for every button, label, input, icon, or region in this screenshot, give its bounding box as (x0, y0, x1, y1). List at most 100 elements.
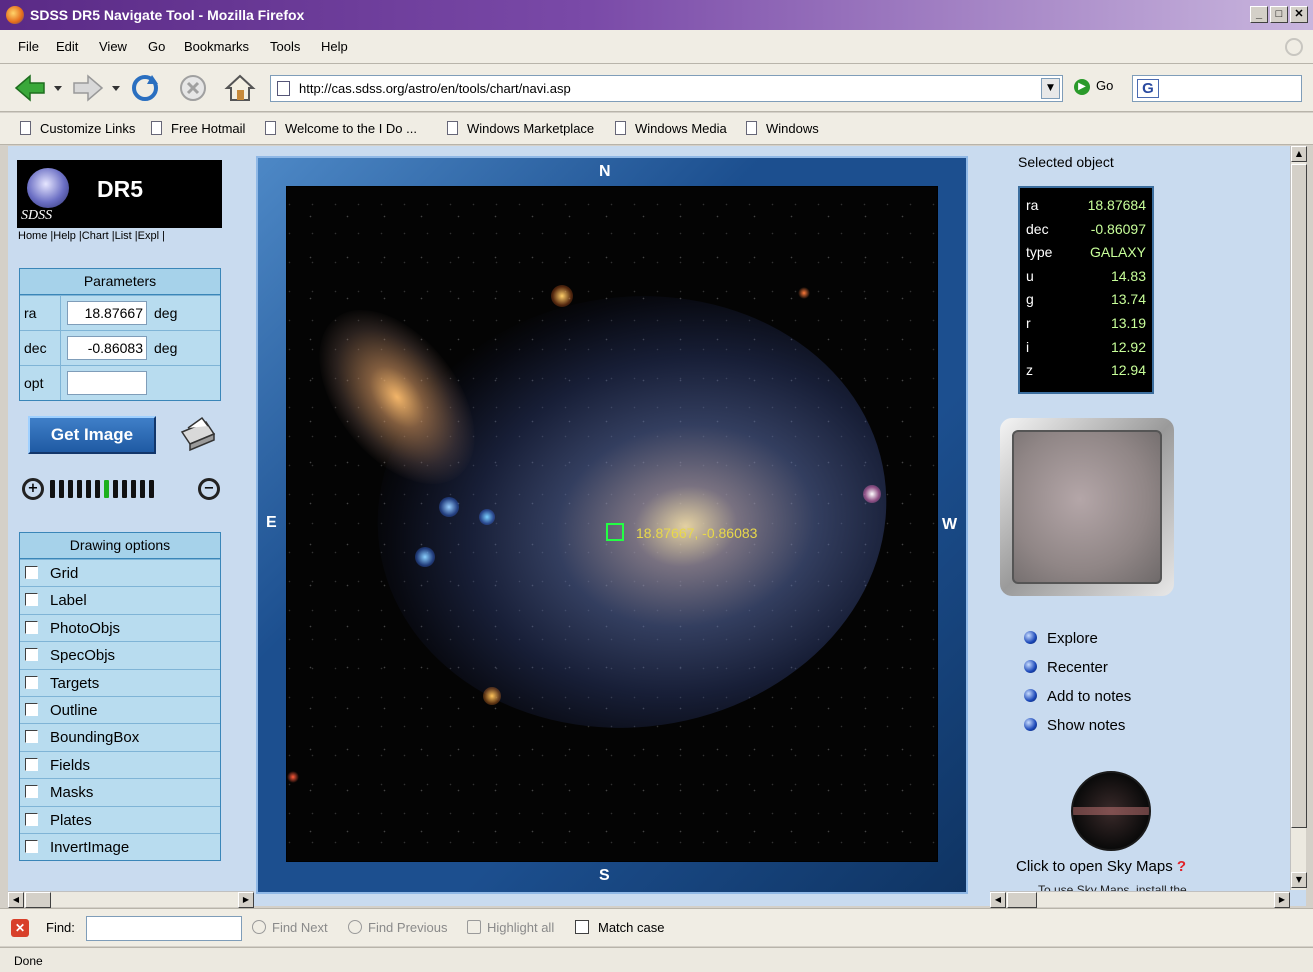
menu-file[interactable]: File (18, 39, 39, 54)
ra-input[interactable] (67, 301, 147, 325)
drawing-option-checkbox[interactable] (25, 757, 38, 771)
zoom-step[interactable] (50, 480, 55, 498)
close-window-button[interactable]: ✕ (1290, 6, 1308, 23)
match-case-checkbox[interactable] (575, 920, 589, 934)
drawing-option-checkbox[interactable] (25, 566, 38, 579)
drawing-option-checkbox[interactable] (25, 675, 38, 689)
pan-north-button[interactable]: N (599, 163, 611, 181)
back-button[interactable] (12, 72, 64, 104)
drawing-option-row[interactable]: BoundingBox (20, 723, 220, 750)
scroll-left-button[interactable]: ◀ (990, 892, 1006, 908)
bookmark-windows-marketplace[interactable]: Windows Marketplace (447, 121, 594, 136)
get-image-button[interactable]: Get Image (28, 416, 156, 454)
right-horizontal-scrollbar[interactable]: ◀ ▶ (990, 891, 1290, 908)
dec-input[interactable] (67, 336, 147, 360)
drawing-option-row[interactable]: Outline (20, 695, 220, 723)
drawing-option-row[interactable]: Fields (20, 750, 220, 778)
zoom-step[interactable] (95, 480, 100, 498)
help-icon[interactable]: ? (1177, 858, 1186, 875)
zoom-step[interactable] (77, 480, 82, 498)
pan-west-button[interactable]: W (942, 516, 957, 534)
drawing-option-row[interactable]: SpecObjs (20, 641, 220, 668)
zoom-step[interactable] (113, 480, 118, 498)
find-next-button[interactable]: Find Next (252, 920, 328, 935)
drawing-option-row[interactable]: Targets (20, 668, 220, 696)
highlight-all-button[interactable]: Highlight all (467, 920, 554, 935)
close-find-bar-icon[interactable]: ✕ (11, 919, 29, 937)
recenter-link[interactable]: Recenter (1024, 659, 1108, 676)
bookmark-windows-media[interactable]: Windows Media (615, 121, 727, 136)
bookmark-customize-links[interactable]: Customize Links (20, 121, 135, 136)
zoom-step[interactable] (122, 480, 127, 498)
pan-south-button[interactable]: S (599, 867, 610, 885)
menu-tools[interactable]: Tools (270, 39, 300, 54)
scroll-right-button[interactable]: ▶ (238, 892, 254, 908)
sky-image[interactable]: 18.87667, -0.86083 (286, 186, 938, 862)
bookmark-windows[interactable]: Windows (746, 121, 819, 136)
minimize-button[interactable]: _ (1250, 6, 1268, 23)
scroll-up-button[interactable]: ▲ (1291, 146, 1307, 162)
go-button[interactable]: ▶ Go (1074, 78, 1113, 100)
top-links[interactable]: Home |Help |Chart |List |Expl | (18, 230, 165, 242)
zoom-step[interactable] (149, 480, 154, 498)
horizontal-scroll-thumb[interactable] (25, 892, 51, 908)
horizontal-scroll-thumb[interactable] (1007, 892, 1037, 908)
zoom-step[interactable] (86, 480, 91, 498)
url-dropdown-button[interactable]: ▼ (1041, 78, 1060, 99)
search-box[interactable]: G (1132, 75, 1302, 102)
menu-go[interactable]: Go (148, 39, 165, 54)
maximize-button[interactable]: □ (1270, 6, 1288, 23)
sky-maps-globe[interactable] (1071, 771, 1151, 851)
zoom-step[interactable] (140, 480, 145, 498)
drawing-option-row[interactable]: InvertImage (20, 832, 220, 860)
show-notes-link[interactable]: Show notes (1024, 717, 1125, 734)
drawing-option-checkbox[interactable] (25, 839, 38, 853)
reload-icon[interactable] (128, 72, 164, 104)
zoom-out-icon[interactable]: − (198, 478, 220, 500)
pan-east-button[interactable]: E (266, 514, 277, 532)
stop-icon[interactable] (176, 72, 212, 104)
opt-input[interactable] (67, 371, 147, 395)
menu-edit[interactable]: Edit (56, 39, 78, 54)
menu-bookmarks[interactable]: Bookmarks (184, 39, 249, 54)
find-previous-button[interactable]: Find Previous (348, 920, 447, 935)
home-icon[interactable] (222, 72, 260, 104)
bookmark-welcome[interactable]: Welcome to the I Do ... (265, 121, 417, 136)
drawing-option-checkbox[interactable] (25, 620, 38, 634)
drawing-option-row[interactable]: Label (20, 586, 220, 613)
scroll-down-button[interactable]: ▼ (1291, 872, 1307, 888)
drawing-option-row[interactable]: PhotoObjs (20, 613, 220, 641)
zoom-step[interactable] (131, 480, 136, 498)
drawing-option-checkbox[interactable] (25, 785, 38, 799)
sdss-logo[interactable]: DR5 SDSS (17, 160, 222, 228)
drawing-option-checkbox[interactable] (25, 730, 38, 744)
left-horizontal-scrollbar[interactable]: ◀ ▶ (8, 891, 254, 908)
zoom-step[interactable] (59, 480, 64, 498)
find-input[interactable] (86, 916, 242, 941)
drawing-option-checkbox[interactable] (25, 593, 38, 607)
zoom-in-icon[interactable]: + (22, 478, 44, 500)
drawing-option-row[interactable]: Grid (20, 559, 220, 586)
scroll-right-button[interactable]: ▶ (1274, 892, 1290, 908)
zoom-step[interactable] (104, 480, 109, 498)
menu-help[interactable]: Help (321, 39, 348, 54)
url-input[interactable] (299, 79, 1029, 98)
printer-icon[interactable] (176, 414, 218, 454)
zoom-bar[interactable]: + − (22, 476, 222, 504)
explore-link[interactable]: Explore (1024, 630, 1098, 647)
add-to-notes-link[interactable]: Add to notes (1024, 688, 1131, 705)
drawing-option-checkbox[interactable] (25, 702, 38, 716)
drawing-option-row[interactable]: Masks (20, 778, 220, 805)
address-bar[interactable]: ▼ (270, 75, 1063, 102)
forward-button[interactable] (70, 72, 122, 104)
drawing-option-checkbox[interactable] (25, 648, 38, 662)
sky-maps-link[interactable]: Click to open Sky Maps ? (1016, 858, 1186, 875)
zoom-step[interactable] (68, 480, 73, 498)
menu-view[interactable]: View (99, 39, 127, 54)
vertical-scroll-thumb[interactable] (1291, 164, 1307, 828)
object-thumbnail[interactable] (1000, 418, 1174, 596)
zoom-slider[interactable] (50, 480, 200, 498)
scroll-left-button[interactable]: ◀ (8, 892, 24, 908)
bookmark-free-hotmail[interactable]: Free Hotmail (151, 121, 245, 136)
vertical-scrollbar[interactable]: ▲ ▼ (1290, 146, 1307, 890)
